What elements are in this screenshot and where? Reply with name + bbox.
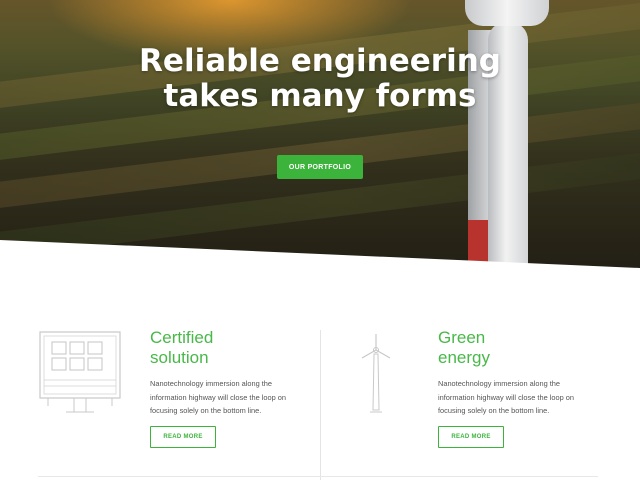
feature-content: Green energy Nanotechnology immersion al… [438,328,598,448]
feature-title-line1: Green [438,328,486,347]
hero-title-line1: Reliable engineering [139,43,501,79]
feature-title: Certified solution [150,328,310,368]
turbine-nacelle [465,0,549,26]
hero-title-line2: takes many forms [163,78,477,114]
hero-banner: Reliable engineering takes many forms OU… [0,0,640,268]
hero-overlay [0,0,640,268]
hero-title: Reliable engineering takes many forms [0,44,640,114]
solar-panel-icon [39,331,121,413]
feature-title: Green energy [438,328,598,368]
read-more-button[interactable]: READ MORE [438,426,504,448]
feature-description: Nanotechnology immersion along the infor… [438,379,574,415]
column-divider [320,330,321,480]
feature-title-line1: Certified [150,328,214,347]
feature-title-line2: solution [150,348,209,367]
read-more-button[interactable]: READ MORE [150,426,216,448]
feature-description: Nanotechnology immersion along the infor… [150,379,286,415]
wind-turbine-icon [361,334,391,413]
section-divider [38,476,598,477]
portfolio-button[interactable]: OUR PORTFOLIO [277,155,363,179]
feature-title-line2: energy [438,348,490,367]
feature-content: Certified solution Nanotechnology immers… [150,328,310,448]
